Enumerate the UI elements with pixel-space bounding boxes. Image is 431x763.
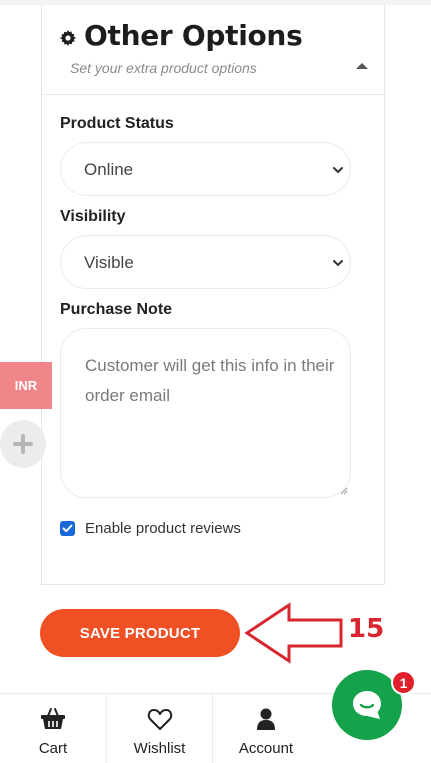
resize-grip-icon[interactable]: [340, 487, 348, 495]
currency-switcher-tab[interactable]: INR: [0, 362, 52, 409]
other-options-panel: Other Options Set your extra product opt…: [41, 5, 385, 585]
visibility-value: Visible: [84, 253, 134, 272]
nav-wishlist[interactable]: Wishlist: [107, 694, 212, 763]
annotation-arrow-icon: [244, 602, 343, 664]
chevron-down-icon: [333, 260, 343, 267]
panel-header[interactable]: Other Options Set your extra product opt…: [42, 5, 384, 95]
chat-notification-badge: 1: [391, 670, 416, 695]
panel-title: Other Options: [84, 19, 303, 52]
purchase-note-placeholder: Customer will get this info in their ord…: [85, 356, 335, 405]
purchase-note-textarea[interactable]: Customer will get this info in their ord…: [60, 328, 351, 498]
basket-icon: [39, 706, 67, 732]
enable-reviews-row[interactable]: Enable product reviews: [60, 520, 241, 537]
product-status-value: Online: [84, 160, 134, 179]
nav-account-label: Account: [238, 740, 294, 757]
nav-account[interactable]: Account: [213, 694, 319, 763]
purchase-note-label: Purchase Note: [60, 301, 173, 318]
chevron-down-icon: [333, 167, 343, 174]
visibility-select[interactable]: Visible: [60, 235, 351, 289]
user-icon: [255, 706, 277, 732]
enable-reviews-label: Enable product reviews: [85, 520, 241, 537]
heart-icon: [147, 706, 173, 732]
gear-icon: [60, 29, 76, 46]
enable-reviews-checkbox[interactable]: [60, 521, 75, 536]
chat-icon: [353, 691, 381, 719]
annotation-step-number: 15: [348, 614, 385, 644]
checkmark-icon: [62, 524, 73, 533]
product-status-label: Product Status: [60, 115, 174, 132]
save-product-button[interactable]: SAVE PRODUCT: [40, 609, 240, 657]
nav-wishlist-label: Wishlist: [133, 740, 186, 757]
panel-subtitle: Set your extra product options: [70, 60, 257, 76]
caret-up-icon[interactable]: [356, 63, 368, 69]
plus-icon: [13, 434, 33, 454]
product-status-select[interactable]: Online: [60, 142, 351, 196]
nav-cart[interactable]: Cart: [0, 694, 106, 763]
plus-button[interactable]: [0, 420, 46, 468]
panel-title-row: Other Options: [60, 19, 303, 52]
visibility-label: Visibility: [60, 208, 126, 225]
nav-cart-label: Cart: [38, 740, 68, 757]
